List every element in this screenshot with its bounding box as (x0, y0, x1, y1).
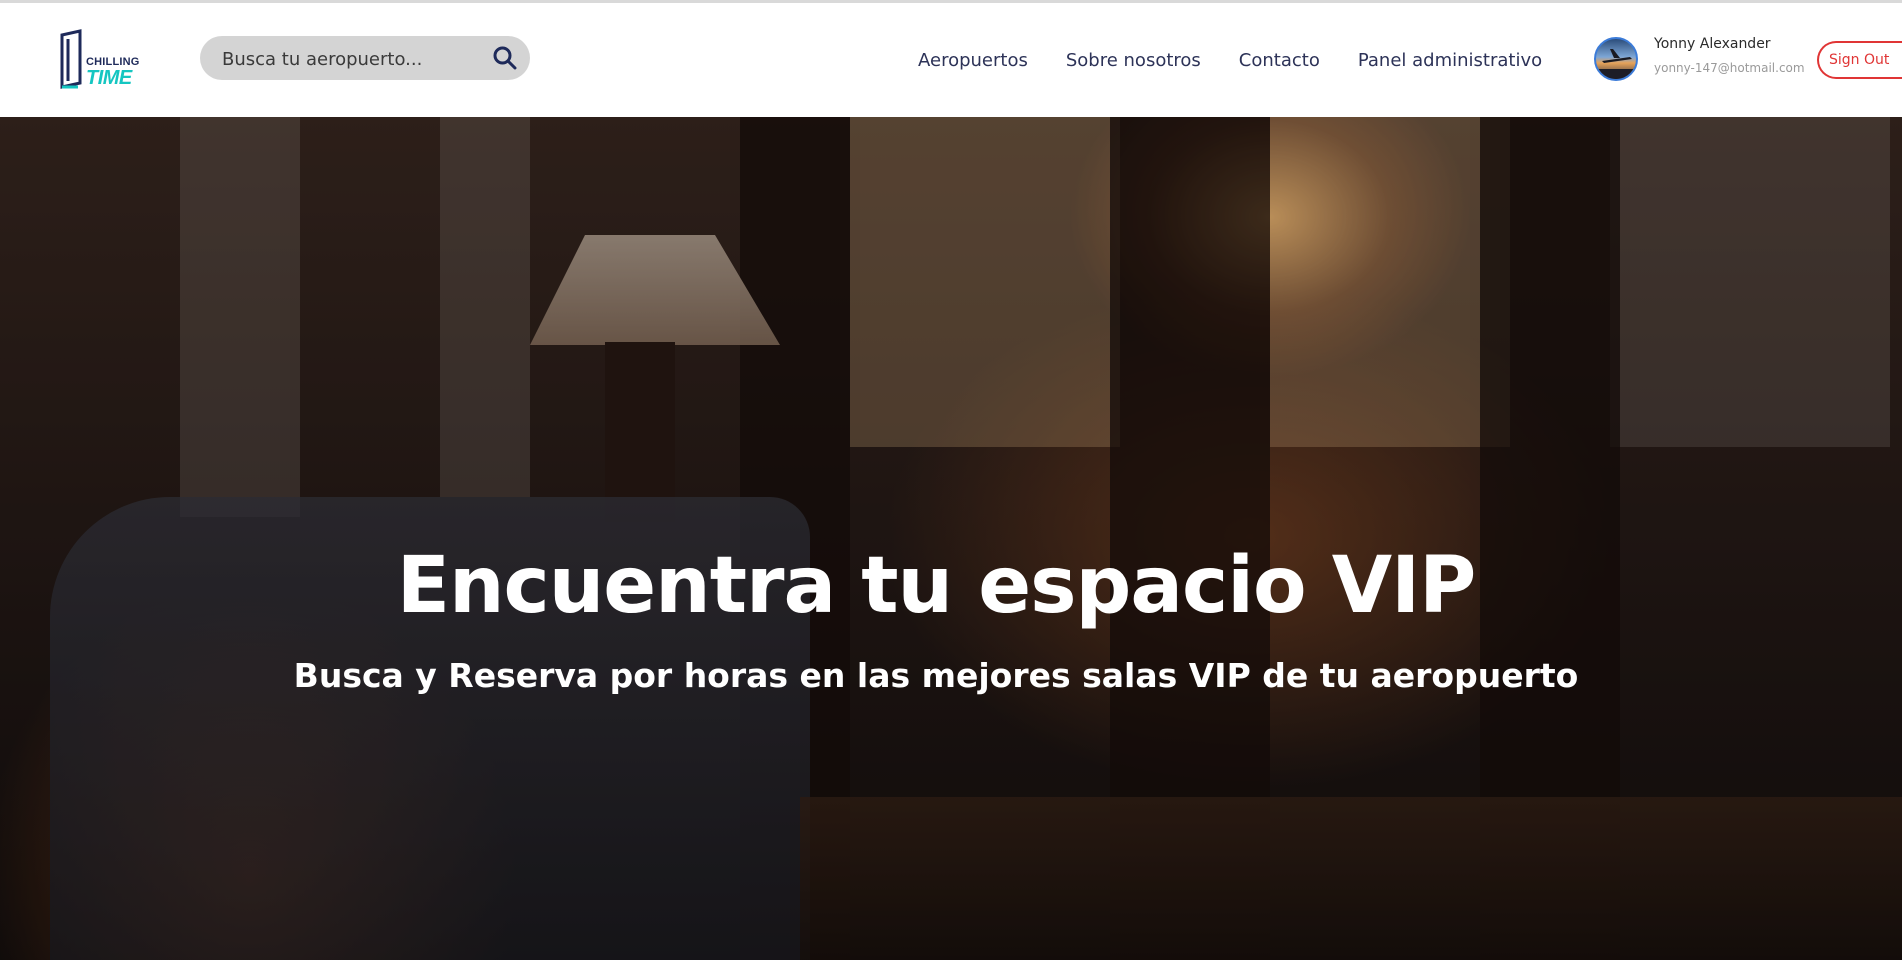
search-icon[interactable] (492, 45, 518, 71)
nav-link-contacto[interactable]: Contacto (1239, 50, 1320, 71)
avatar-airplane-icon (1596, 49, 1636, 79)
site-header: CHILLING TIME Aeropuertos Sobre nosotros… (0, 3, 1902, 117)
user-avatar[interactable] (1594, 37, 1638, 81)
nav-link-aeropuertos[interactable]: Aeropuertos (918, 50, 1028, 71)
main-nav: Aeropuertos Sobre nosotros Contacto Pane… (918, 3, 1542, 117)
hero-title: Encuentra tu espacio VIP (396, 541, 1477, 632)
sign-out-button[interactable]: Sign Out (1817, 41, 1902, 79)
nav-link-panel-administrativo[interactable]: Panel administrativo (1358, 50, 1542, 71)
hero-subtitle: Busca y Reserva por horas en las mejores… (293, 656, 1579, 696)
search-input[interactable] (220, 36, 484, 82)
chilling-time-logo[interactable]: CHILLING TIME (58, 29, 144, 91)
search-bar (200, 36, 530, 82)
nav-link-sobre-nosotros[interactable]: Sobre nosotros (1066, 50, 1201, 71)
hero-overlay (0, 117, 1902, 960)
hero-section: Encuentra tu espacio VIP Busca y Reserva… (0, 117, 1902, 960)
user-email: yonny-147@hotmail.com (1654, 61, 1805, 75)
logo-text-time: TIME (86, 67, 132, 89)
user-name: Yonny Alexander (1654, 36, 1771, 52)
